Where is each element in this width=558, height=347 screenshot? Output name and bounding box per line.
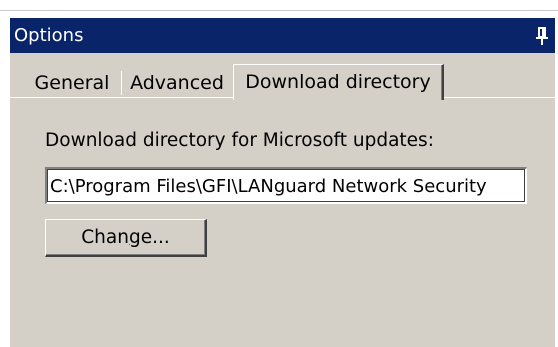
options-panel: Options General Advanced Download direct…	[10, 18, 555, 347]
tab-strip: General Advanced Download directory	[10, 53, 555, 100]
change-button-mnemonic: g	[128, 226, 141, 248]
options-titlebar[interactable]: Options	[10, 18, 555, 53]
tab-advanced[interactable]: Advanced	[123, 69, 231, 97]
download-directory-input[interactable]	[45, 167, 527, 204]
change-button[interactable]: Change...	[45, 219, 207, 257]
screen-root: Options General Advanced Download direct…	[0, 0, 558, 347]
tab-divider	[121, 71, 122, 95]
change-button-label-post: e...	[140, 226, 170, 248]
tab-general[interactable]: General	[24, 69, 120, 97]
download-directory-label: Download directory for Microsoft updates…	[45, 130, 434, 151]
pin-icon[interactable]	[535, 26, 549, 46]
panel-title: Options	[14, 25, 84, 46]
tab-download-directory[interactable]: Download directory	[233, 64, 444, 100]
change-button-label-pre: Chan	[81, 226, 129, 248]
top-strip	[0, 0, 558, 11]
